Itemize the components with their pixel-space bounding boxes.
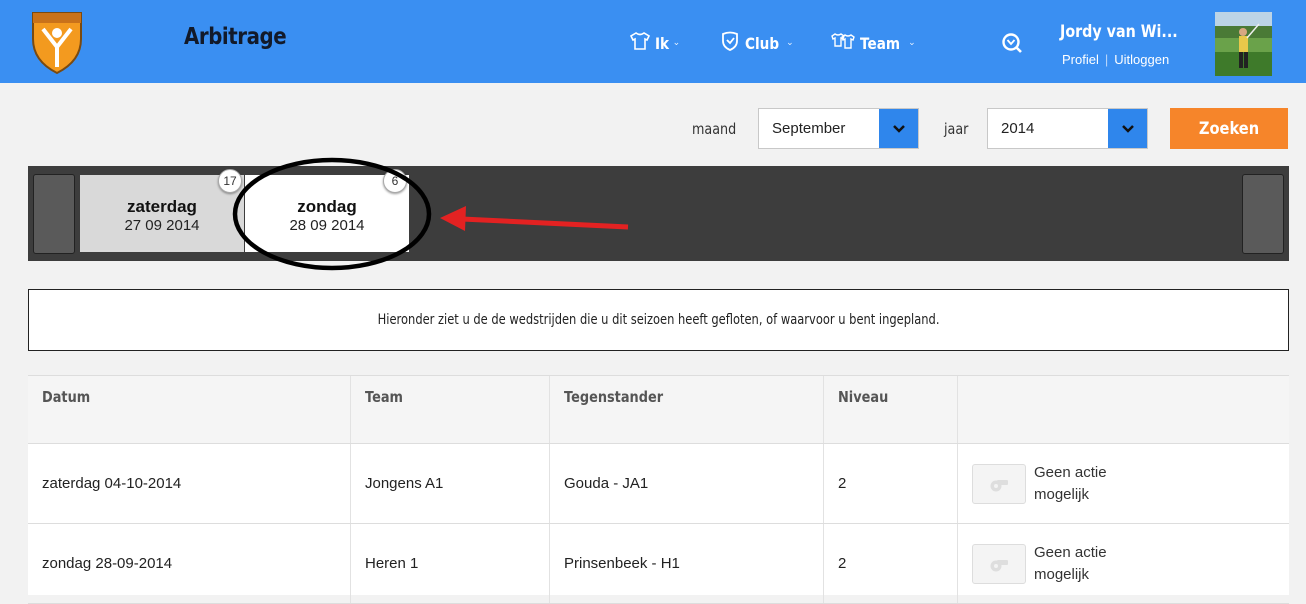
action-status-text: Geen actie mogelijk — [1034, 543, 1107, 583]
search-button-label: Zoeken — [1198, 118, 1260, 139]
shirts-icon — [831, 32, 855, 54]
whistle-icon[interactable] — [972, 543, 1026, 584]
chevron-down-icon: ⌄ — [786, 38, 794, 48]
chevron-down-icon: ⌄ — [672, 38, 681, 48]
search-icon[interactable] — [1000, 31, 1024, 55]
nav-team-label: Team — [860, 33, 901, 53]
month-select[interactable]: September — [758, 108, 919, 149]
page-title: Arbitrage — [184, 24, 287, 50]
cell-niveau: 2 — [824, 444, 958, 523]
cell-team: Jongens A1 — [351, 444, 550, 523]
year-select-value: 2014 — [1001, 120, 1035, 137]
top-navigation-bar: Arbitrage Ik ⌄ Club ⌄ Team ⌄ Jordy van W… — [0, 0, 1306, 83]
column-header: Tegenstander — [550, 376, 824, 443]
day-tab-date: 28 09 2014 — [289, 217, 365, 234]
month-select-value: September — [772, 120, 846, 137]
action-status-text: Geen actie mogelijk — [1034, 463, 1107, 503]
nav-club[interactable]: Club ⌄ — [720, 30, 794, 56]
nav-ik-label: Ik — [655, 33, 670, 53]
year-label: jaar — [944, 120, 969, 138]
scroll-right-button[interactable] — [1242, 174, 1284, 254]
table-row: zaterdag 04-10-2014 Jongens A1 Gouda - J… — [28, 444, 1289, 524]
column-header-tegenstander: Tegenstander — [564, 388, 664, 406]
chevron-down-icon: ⌄ — [908, 38, 916, 48]
cell-datum: zondag 28-09-2014 — [28, 524, 351, 603]
day-selector-bar: zaterdag 27 09 2014 17 zondag 28 09 2014… — [28, 166, 1289, 261]
search-button[interactable]: Zoeken — [1170, 108, 1288, 149]
info-message: Hieronder ziet u de de wedstrijden die u… — [28, 289, 1289, 351]
nav-ik[interactable]: Ik ⌄ — [629, 30, 681, 56]
table-row: zondag 28-09-2014 Heren 1 Prinsenbeek - … — [28, 524, 1289, 604]
cell-tegenstander: Gouda - JA1 — [550, 444, 824, 523]
shirt-icon — [629, 32, 651, 54]
column-header: Team — [351, 376, 550, 443]
month-label: maand — [692, 120, 737, 138]
cell-niveau: 2 — [824, 524, 958, 603]
column-header-actions — [958, 376, 1289, 443]
cell-team: Heren 1 — [351, 524, 550, 603]
chevron-down-icon[interactable] — [879, 109, 918, 148]
column-header: Niveau — [824, 376, 958, 443]
user-links: Profiel | Uitloggen — [1062, 52, 1169, 67]
whistle-icon[interactable] — [972, 463, 1026, 504]
logout-link[interactable]: Uitloggen — [1114, 52, 1169, 67]
column-header-niveau: Niveau — [838, 388, 889, 406]
cell-tegenstander: Prinsenbeek - H1 — [550, 524, 824, 603]
user-name[interactable]: Jordy van Wi... — [1060, 22, 1178, 42]
table-header-row: Datum Team Tegenstander Niveau — [28, 376, 1289, 444]
match-count-badge: 17 — [218, 169, 242, 193]
nav-team[interactable]: Team ⌄ — [831, 30, 916, 56]
matches-table: Datum Team Tegenstander Niveau zaterdag … — [28, 375, 1289, 604]
day-tab-date: 27 09 2014 — [124, 217, 200, 234]
column-header-datum: Datum — [42, 388, 91, 406]
avatar[interactable] — [1215, 12, 1272, 76]
day-tab-zaterdag[interactable]: zaterdag 27 09 2014 17 — [80, 169, 244, 252]
scroll-left-button[interactable] — [33, 174, 75, 254]
day-tab-name: zondag — [297, 197, 357, 216]
column-header: Datum — [28, 376, 351, 443]
day-tab-zondag[interactable]: zondag 28 09 2014 6 — [245, 169, 409, 252]
cell-datum: zaterdag 04-10-2014 — [28, 444, 351, 523]
profile-link[interactable]: Profiel — [1062, 52, 1099, 67]
cell-actie: Geen actie mogelijk — [958, 524, 1289, 603]
club-logo-icon[interactable] — [29, 9, 85, 75]
day-tab-name: zaterdag — [127, 197, 197, 216]
chevron-down-icon[interactable] — [1108, 109, 1147, 148]
nav-club-label: Club — [745, 33, 780, 53]
match-count-badge: 6 — [383, 169, 407, 193]
shield-icon — [720, 31, 740, 55]
column-header-team: Team — [365, 388, 403, 406]
link-divider: | — [1104, 52, 1109, 67]
year-select[interactable]: 2014 — [987, 108, 1148, 149]
cell-actie: Geen actie mogelijk — [958, 444, 1289, 523]
info-message-text: Hieronder ziet u de de wedstrijden die u… — [377, 312, 940, 328]
